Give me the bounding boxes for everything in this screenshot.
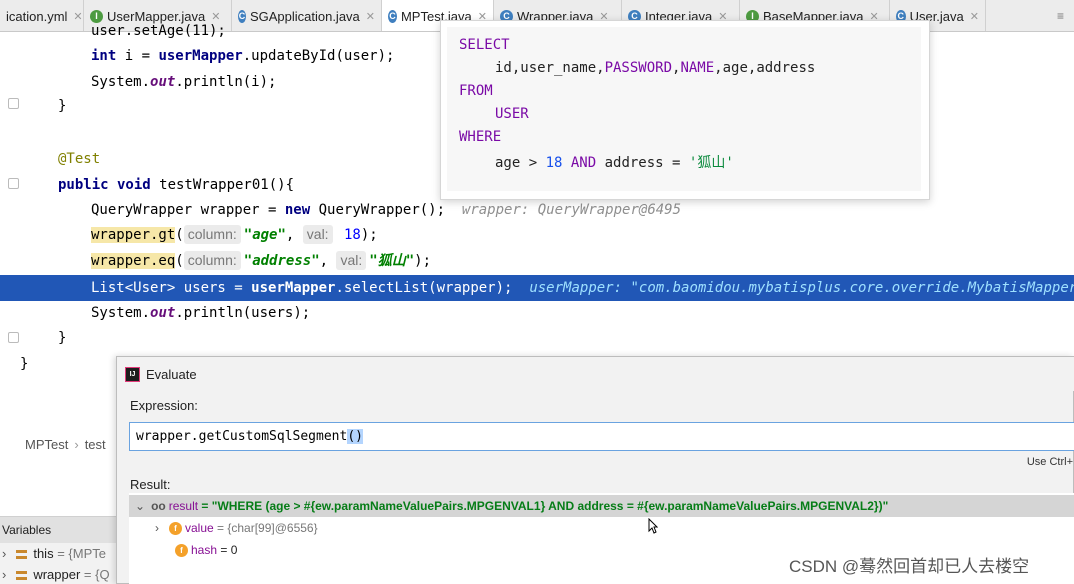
param-hint: val:: [302, 225, 333, 244]
expand-arrow-icon[interactable]: ›: [2, 546, 6, 561]
field-icon: f: [169, 522, 182, 536]
tab-ication-yml[interactable]: ication.yml ✕: [0, 0, 84, 31]
dialog-title-bar[interactable]: IJ Evaluate: [117, 357, 1074, 391]
variable-icon: [16, 571, 28, 581]
code-line: QueryWrapper wrapper = new QueryWrapper(…: [91, 202, 682, 218]
variable-icon: [16, 550, 28, 560]
code-line: wrapper.eq(column: "address", val: "狐山");: [91, 251, 431, 270]
code-line: wrapper.gt(column: "age", val: 18);: [91, 225, 378, 244]
close-tab-icon[interactable]: ✕: [73, 10, 82, 23]
variable-row[interactable]: › this = {MPTe: [0, 543, 116, 564]
result-row[interactable]: ⌄ oo result = "WHERE (age > #{ew.paramName…: [129, 495, 1074, 517]
field-icon: f: [175, 544, 188, 558]
evaluate-dialog: IJ Evaluate Expression: wrapper.getCustom…: [116, 356, 1074, 584]
fold-marker-icon[interactable]: [8, 178, 19, 189]
variable-row[interactable]: › wrapper = {Q: [0, 564, 116, 584]
fold-marker-icon[interactable]: [8, 332, 19, 343]
expression-label: Expression:: [130, 398, 198, 413]
expand-arrow-icon[interactable]: ›: [2, 567, 6, 582]
variables-panel: Variables › this = {MPTe › wrapper = {Q: [0, 516, 116, 584]
inline-debug-value: userMapper: "com.baomidou.mybatisplus.co…: [529, 280, 1074, 296]
param-hint: column:: [183, 251, 241, 270]
current-execution-line: List<User> users = userMapper.selectList…: [0, 275, 1074, 301]
shortcut-hint: Use Ctrl+: [1026, 456, 1073, 468]
watch-result-icon: oo: [151, 499, 166, 513]
code-line: }: [58, 330, 67, 346]
tab-label: ication.yml: [6, 8, 68, 24]
param-hint: column:: [183, 225, 241, 244]
code-line: System.out.println(users);: [91, 305, 311, 321]
ide-window: { "tabs": [ {"label": "ication.yml", "ic…: [0, 0, 1074, 584]
fold-marker-icon[interactable]: [8, 98, 19, 109]
sql-preview-popup: SELECT id,user_name,PASSWORD,NAME,age,ad…: [440, 20, 930, 200]
variables-title: Variables: [0, 517, 116, 543]
param-hint: val:: [336, 251, 367, 270]
expression-input[interactable]: wrapper.getCustomSqlSegment(): [129, 422, 1074, 451]
mouse-cursor-icon: [648, 518, 658, 534]
intellij-logo-icon: IJ: [125, 366, 140, 382]
inline-debug-value: wrapper: QueryWrapper@6495: [461, 202, 682, 218]
expand-arrow-icon[interactable]: ›: [155, 521, 159, 535]
watermark: CSDN @蓦然回首却已人去楼空: [789, 557, 1030, 576]
result-label: Result:: [130, 477, 171, 492]
collapse-arrow-icon[interactable]: ⌄: [135, 499, 145, 513]
result-child-row[interactable]: › f value = {char[99]@6556}: [129, 517, 1074, 539]
